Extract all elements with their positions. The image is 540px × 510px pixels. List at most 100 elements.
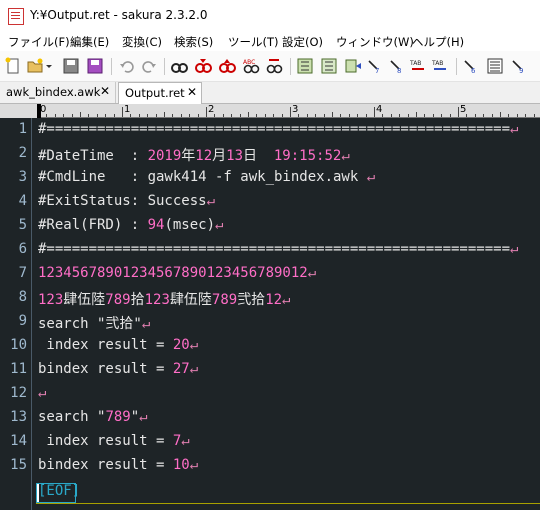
text-line: ↵: [38, 385, 47, 401]
svg-text:8: 8: [397, 67, 401, 75]
line-number[interactable]: 1: [0, 121, 27, 137]
ruler-tick: [290, 107, 291, 117]
ruler-tick: [147, 114, 148, 117]
tab-output[interactable]: Output.ret ✕: [118, 82, 202, 104]
ruler-tick: [492, 114, 493, 117]
text-line: #DateTime : 2019年12月13日 19:15:52↵: [38, 148, 350, 164]
menu-bar: ファイル(F) 編集(E) 変換(C) 検索(S) ツール(T) 設定(O) ウ…: [0, 31, 540, 51]
ruler-tick: [508, 114, 509, 117]
ruler-tick: [63, 114, 64, 117]
ruler-tick: [399, 114, 400, 117]
cursor-line-underline: [36, 503, 540, 504]
menu-convert[interactable]: 変換(C): [122, 34, 162, 50]
line-number[interactable]: 12: [0, 385, 27, 401]
ruler-tick: [307, 114, 308, 117]
menu-settings[interactable]: 設定(O): [282, 34, 323, 50]
redo-icon[interactable]: [140, 57, 158, 75]
text-line: index result = 7↵: [38, 433, 190, 449]
close-icon[interactable]: ✕: [187, 85, 197, 99]
line-number[interactable]: 15: [0, 457, 27, 473]
text-line: index result = 20↵: [38, 337, 199, 353]
ruler-tick: [282, 114, 283, 117]
line-number-gutter: 1 2 3 4 5 6 7 8 9 10 11 12 13 14 15: [0, 118, 30, 510]
text-line: 123肆伍陸789拾123肆伍陸789弐拾12↵: [38, 292, 291, 308]
ruler-tick: [374, 107, 375, 117]
text-line: 12345678901234567890123456789012↵: [38, 265, 317, 281]
line-number[interactable]: 6: [0, 241, 27, 257]
line-number[interactable]: 11: [0, 361, 27, 377]
menu-edit[interactable]: 編集(E): [70, 34, 109, 50]
outline-icon[interactable]: [320, 57, 338, 75]
menu-help[interactable]: ヘルプ(H): [412, 34, 464, 50]
compile-icon[interactable]: 6: [462, 57, 480, 75]
ruler-label: 1: [124, 104, 131, 115]
find-prev-icon[interactable]: [218, 57, 236, 75]
ruler-tick: [72, 114, 73, 117]
gutter-border: [31, 118, 32, 510]
text-line: search "弐拾"↵: [38, 316, 151, 332]
close-icon[interactable]: ✕: [100, 84, 110, 98]
text-line: #=======================================…: [38, 121, 519, 137]
ruler-tick: [534, 114, 535, 117]
line-number[interactable]: 7: [0, 265, 27, 281]
tag-jump-tab-icon[interactable]: 8: [388, 57, 406, 75]
line-number[interactable]: 14: [0, 433, 27, 449]
ruler-tick: [248, 112, 249, 117]
open-folder-icon[interactable]: [26, 57, 44, 75]
tag-back-icon[interactable]: 7: [366, 57, 384, 75]
svg-text:TAB: TAB: [410, 60, 421, 67]
jump-icon[interactable]: TAB: [432, 57, 450, 75]
svg-text:6: 6: [471, 67, 476, 75]
replace-icon[interactable]: ABC: [242, 57, 260, 75]
undo-icon[interactable]: [118, 57, 136, 75]
menu-file[interactable]: ファイル(F): [8, 34, 70, 50]
bookmark-icon[interactable]: [296, 57, 314, 75]
save-all-icon[interactable]: [86, 57, 104, 75]
find-icon[interactable]: [170, 57, 188, 75]
line-number[interactable]: 3: [0, 169, 27, 185]
ruler-tick: [189, 114, 190, 117]
line-number[interactable]: 10: [0, 337, 27, 353]
toolbar-separator: [111, 58, 112, 75]
line-number[interactable]: 2: [0, 145, 27, 161]
ruler-tick: [475, 114, 476, 117]
grep-icon[interactable]: [266, 57, 284, 75]
ruler-tick: [408, 114, 409, 117]
svg-text:TAB: TAB: [432, 60, 443, 67]
ruler-tick: [315, 114, 316, 117]
line-number[interactable]: 4: [0, 193, 27, 209]
toolbar: ABC 7 8 TAB TAB 6 9: [0, 51, 540, 82]
tag-jump-icon[interactable]: [344, 57, 362, 75]
ruler-tick: [433, 114, 434, 117]
ruler-tick: [55, 114, 56, 117]
window-title: Y:¥Output.ret - sakura 2.3.2.0: [30, 8, 208, 22]
ruler-tick: [105, 114, 106, 117]
text-line: #ExitStatus: Success↵: [38, 193, 216, 209]
run-icon[interactable]: [486, 57, 504, 75]
menu-window[interactable]: ウィンドウ(W): [336, 34, 414, 50]
tab-label: Output.ret: [125, 86, 185, 100]
find-next-icon[interactable]: [194, 57, 212, 75]
menu-tools[interactable]: ツール(T): [228, 34, 279, 50]
line-number[interactable]: 13: [0, 409, 27, 425]
ruler-tick: [164, 112, 165, 117]
ruler-tick: [441, 114, 442, 117]
line-number[interactable]: 9: [0, 313, 27, 329]
ruler-baseline: [38, 117, 540, 118]
macro-icon[interactable]: 9: [510, 57, 528, 75]
line-number[interactable]: 8: [0, 289, 27, 305]
svg-text:9: 9: [519, 67, 523, 75]
ruler-tick: [324, 114, 325, 117]
ruler-tick: [114, 114, 115, 117]
tab-awk-bindex[interactable]: awk_bindex.awk ✕: [0, 82, 116, 103]
tag-back-tab-icon[interactable]: TAB: [410, 57, 428, 75]
line-number[interactable]: 5: [0, 217, 27, 233]
ruler-tick: [424, 114, 425, 117]
dropdown-icon[interactable]: [44, 57, 54, 75]
new-file-icon[interactable]: [4, 57, 22, 75]
eof-marker: [EOF]: [38, 483, 81, 499]
save-icon[interactable]: [62, 57, 80, 75]
ruler-tick: [240, 114, 241, 117]
ruler: 012345: [0, 104, 540, 118]
menu-search[interactable]: 検索(S): [174, 34, 213, 50]
